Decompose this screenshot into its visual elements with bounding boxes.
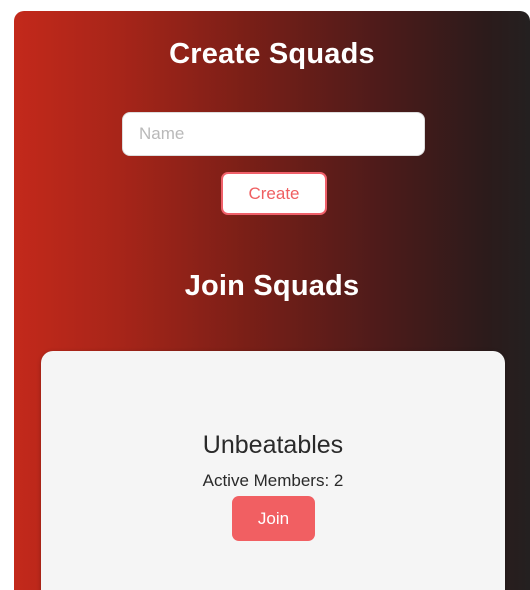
- join-button[interactable]: Join: [232, 496, 315, 541]
- squads-panel: Create Squads Create Join Squads Unbeata…: [14, 11, 530, 590]
- page: Create Squads Create Join Squads Unbeata…: [0, 0, 530, 590]
- squad-active-members: Active Members: 2: [202, 471, 344, 490]
- squad-name: Unbeatables: [202, 431, 344, 459]
- create-button[interactable]: Create: [221, 172, 327, 215]
- squad-card: Unbeatables Active Members: 2 Join: [41, 351, 505, 590]
- squad-name-input[interactable]: [122, 112, 425, 156]
- create-squads-title: Create Squads: [169, 38, 375, 70]
- join-squads-title: Join Squads: [184, 270, 360, 302]
